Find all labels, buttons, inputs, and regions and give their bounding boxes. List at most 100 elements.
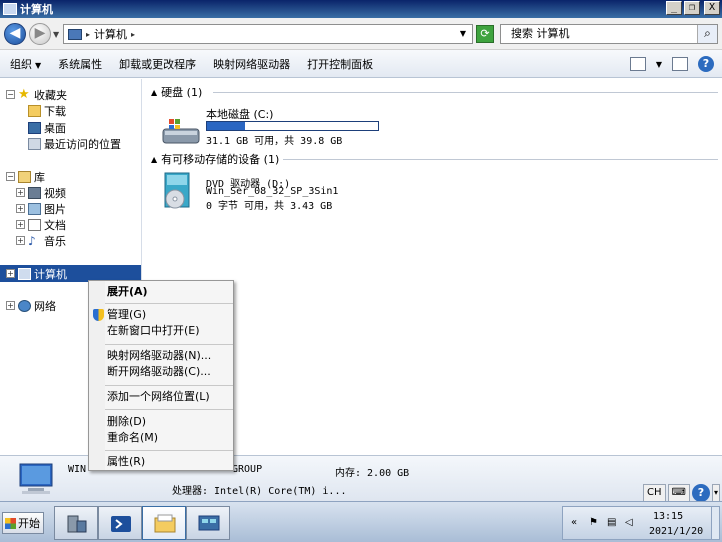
search-icon[interactable]: ⌕ <box>697 25 717 43</box>
taskbar-server-manager[interactable] <box>54 506 98 540</box>
hard-drive-icon[interactable] <box>161 117 201 147</box>
expand-icon[interactable]: + <box>16 188 25 197</box>
menu-item-rename[interactable]: 重命名(M) <box>107 431 158 445</box>
remote-desktop-icon <box>198 515 220 531</box>
nav-favorites[interactable]: − ★ 收藏夹 <box>6 87 67 102</box>
breadcrumb-computer[interactable]: 计算机 <box>94 26 127 42</box>
view-controls: ▼ ? <box>629 56 714 72</box>
volume-muted-icon[interactable]: ◁ <box>625 517 637 529</box>
menu-item-map-network-drive[interactable]: 映射网络驱动器(N)... <box>107 349 211 363</box>
group-divider <box>283 159 718 160</box>
minimize-button[interactable]: _ <box>666 1 682 15</box>
nav-downloads[interactable]: 下载 <box>28 103 66 118</box>
restore-button[interactable]: ❐ <box>684 1 700 15</box>
address-dropdown-icon[interactable]: ▼ <box>460 29 466 38</box>
close-button[interactable]: X <box>704 1 720 15</box>
nav-desktop[interactable]: 桌面 <box>28 120 66 135</box>
window-title: 计算机 <box>20 3 53 16</box>
powershell-icon <box>111 516 131 532</box>
refresh-button[interactable]: ⟳ <box>476 25 494 43</box>
nav-documents-label: 文档 <box>44 218 66 232</box>
options-icon[interactable]: ▾ <box>711 484 720 502</box>
flag-icon[interactable]: ⚑ <box>589 517 601 529</box>
show-hidden-icons-icon[interactable]: « <box>571 517 583 529</box>
collapse-icon[interactable]: − <box>6 172 15 181</box>
clock-time[interactable]: 13:15 <box>653 511 683 522</box>
menu-separator <box>105 409 233 410</box>
collapse-icon[interactable]: − <box>6 90 15 99</box>
input-language[interactable]: CH <box>643 484 666 502</box>
menu-separator <box>105 450 233 451</box>
taskbar-server-app[interactable] <box>186 506 230 540</box>
menu-item-disconnect-network-drive[interactable]: 断开网络驱动器(C)... <box>107 365 211 379</box>
context-menu: 展开(A) 管理(G) 在新窗口中打开(E) 映射网络驱动器(N)... 断开网… <box>88 280 234 471</box>
star-icon: ★ <box>18 86 30 102</box>
dvd-drive-icon[interactable] <box>161 171 193 211</box>
start-button[interactable]: 开始 <box>2 512 44 534</box>
keyboard-icon[interactable]: ⌨ <box>667 484 690 502</box>
network-icon[interactable]: ▤ <box>607 517 619 529</box>
taskbar-powershell[interactable] <box>98 506 142 540</box>
taskbar-explorer[interactable] <box>142 506 186 540</box>
menu-item-manage[interactable]: 管理(G) <box>107 308 146 322</box>
view-options-icon[interactable] <box>629 57 646 71</box>
organize-menu[interactable]: 组织 ▼ <box>10 56 41 72</box>
nav-downloads-label: 下载 <box>44 104 66 118</box>
forward-button[interactable]: ▶ <box>29 23 51 45</box>
system-tray: « ⚑ ▤ ◁ 13:15 2021/1/20 <box>562 506 720 540</box>
hdd-group-header[interactable]: ▲ 硬盘 (1) <box>151 85 202 99</box>
menu-item-delete[interactable]: 删除(D) <box>107 415 146 429</box>
help-button[interactable]: ? <box>698 56 714 72</box>
command-bar: 组织 ▼ 系统属性 卸载或更改程序 映射网络驱动器 打开控制面板 ▼ ? <box>0 50 722 78</box>
recent-places-icon <box>28 137 41 150</box>
chevron-up-icon[interactable]: ▲ <box>151 155 157 164</box>
nav-pictures[interactable]: + 图片 <box>16 201 66 216</box>
expand-icon[interactable]: + <box>6 269 15 278</box>
breadcrumb-arrow-icon[interactable]: ▸ <box>131 30 135 39</box>
nav-libraries[interactable]: − 库 <box>6 169 45 184</box>
show-desktop-button[interactable] <box>711 507 719 539</box>
help-icon[interactable]: ? <box>691 484 710 502</box>
uninstall-program-button[interactable]: 卸载或更改程序 <box>119 56 196 72</box>
nav-computer[interactable]: + 计算机 <box>6 266 67 281</box>
menu-item-expand[interactable]: 展开(A) <box>107 285 148 299</box>
breadcrumb-arrow-icon[interactable]: ▸ <box>86 30 90 39</box>
computer-name: WIN <box>68 464 87 475</box>
expand-icon[interactable]: + <box>16 236 25 245</box>
title-bar: 计算机 _ ❐ X <box>0 0 722 18</box>
nav-recent-label: 最近访问的位置 <box>44 137 121 151</box>
nav-videos[interactable]: + 视频 <box>16 185 66 200</box>
system-properties-button[interactable]: 系统属性 <box>58 56 102 72</box>
chevron-down-icon[interactable]: ▼ <box>656 60 662 69</box>
menu-item-add-network-location[interactable]: 添加一个网络位置(L) <box>107 390 210 404</box>
preview-pane-icon[interactable] <box>672 57 688 71</box>
video-icon <box>28 186 41 199</box>
nav-recent-places[interactable]: 最近访问的位置 <box>28 136 121 151</box>
drive-c-name[interactable]: 本地磁盘 (C:) <box>206 106 273 122</box>
menu-item-open-new-window[interactable]: 在新窗口中打开(E) <box>107 324 200 338</box>
server-manager-icon <box>67 515 87 533</box>
nav-network[interactable]: + 网络 <box>6 298 56 313</box>
memory-info: 内存: 2.00 GB <box>335 468 410 479</box>
search-input[interactable]: 搜索 计算机 ⌕ <box>500 24 718 44</box>
address-row: ◀ ▶ ▼ ▸ 计算机 ▸ ▼ ⟳ 搜索 计算机 ⌕ <box>0 18 722 50</box>
folder-icon <box>28 104 41 117</box>
nav-desktop-label: 桌面 <box>44 121 66 135</box>
open-control-panel-button[interactable]: 打开控制面板 <box>307 56 373 72</box>
address-bar[interactable]: ▸ 计算机 ▸ ▼ <box>63 24 473 44</box>
processor-info: 处理器: Intel(R) Core(TM) i... <box>172 486 347 497</box>
map-network-drive-button[interactable]: 映射网络驱动器 <box>213 56 290 72</box>
drive-c-usage-fill <box>207 122 245 130</box>
menu-item-properties[interactable]: 属性(R) <box>107 455 145 469</box>
back-button[interactable]: ◀ <box>4 23 26 45</box>
window-controls: _ ❐ X <box>666 1 720 15</box>
expand-icon[interactable]: + <box>6 301 15 310</box>
expand-icon[interactable]: + <box>16 220 25 229</box>
expand-icon[interactable]: + <box>16 204 25 213</box>
clock-date[interactable]: 2021/1/20 <box>649 526 703 537</box>
nav-music[interactable]: + ♪ 音乐 <box>16 233 66 248</box>
history-dropdown-icon[interactable]: ▼ <box>53 30 59 39</box>
chevron-up-icon[interactable]: ▲ <box>151 88 157 97</box>
removable-group-header[interactable]: ▲ 有可移动存储的设备 (1) <box>151 152 279 166</box>
nav-documents[interactable]: + 文档 <box>16 217 66 232</box>
